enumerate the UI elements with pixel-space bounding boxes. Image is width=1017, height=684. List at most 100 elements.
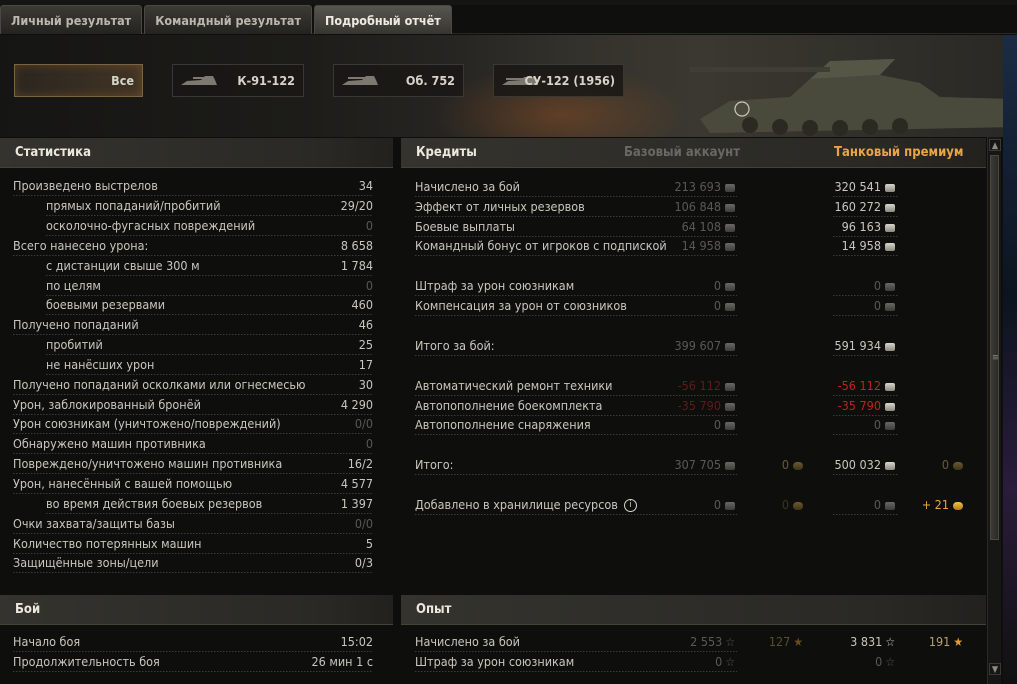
stat-value: 30	[358, 377, 373, 392]
credit-icon	[885, 501, 895, 510]
stats-row: Урон, заблокированный бронёй 4 290	[13, 395, 373, 415]
credit-base-text: 0	[713, 278, 721, 293]
scroll-up-arrow-icon[interactable]: ▲	[989, 139, 1001, 151]
credit-base-value: 64 108	[682, 217, 735, 237]
stats-row: Всего нанесено урона: 8 658	[13, 236, 373, 256]
credit-icon	[885, 203, 895, 212]
vehicle-filter-label: К-91-122	[237, 73, 295, 88]
scroll-down-arrow-icon[interactable]: ▼	[989, 663, 1001, 675]
credit-premium-value: 0	[874, 276, 895, 296]
free-xp-base-text: 127	[768, 634, 791, 649]
credits-row: Компенсация за урон от союзников 0 0	[415, 296, 975, 316]
tab-team-result[interactable]: Командный результат	[144, 5, 313, 34]
vehicle-filter-k91[interactable]: К-91-122	[172, 64, 304, 97]
credit-premium-text: 0	[873, 497, 881, 512]
stat-label: Обнаружено машин противника	[13, 436, 206, 451]
credit-base-text: 0	[713, 417, 721, 432]
credits-row: Добавлено в хранилище ресурсов i 0 0 0 + 21	[415, 495, 975, 515]
stat-label: Получено попаданий	[13, 317, 139, 332]
credit-label: Автопополнение боекомплекта	[415, 398, 603, 413]
gold-icon	[793, 461, 803, 470]
row-divider	[833, 255, 899, 256]
stats-row: Количество потерянных машин 5	[13, 534, 373, 554]
credit-icon	[725, 501, 735, 510]
credit-base-text: 213 693	[674, 179, 722, 194]
stat-label: Количество потерянных машин	[13, 536, 202, 551]
xp-star-icon: ☆	[725, 635, 735, 649]
credit-base-text: 14 958	[681, 238, 721, 253]
credits-col-base: Базовый аккаунт	[624, 145, 741, 160]
scrollbar[interactable]: ▲ ≡ ▼	[987, 137, 1001, 684]
credit-icon	[725, 302, 735, 311]
credit-premium-text: 0	[873, 417, 881, 432]
tab-detailed-report[interactable]: Подробный отчёт	[314, 5, 452, 34]
gold-premium-value: 0	[942, 455, 963, 475]
tab-personal-result[interactable]: Личный результат	[0, 5, 143, 34]
credit-premium-text: 591 934	[834, 338, 882, 353]
battle-row: Начало боя 15:02	[13, 632, 373, 652]
stat-value: 1 397	[340, 496, 373, 511]
stat-value: 34	[358, 178, 373, 193]
xp-premium-text: 3 831	[850, 634, 883, 649]
scroll-thumb[interactable]: ≡	[990, 155, 999, 540]
credit-premium-text: 500 032	[834, 457, 882, 472]
credit-base-value: 0	[714, 495, 735, 515]
info-icon[interactable]: i	[623, 499, 637, 512]
row-divider	[833, 514, 899, 515]
credit-premium-text: 14 958	[841, 238, 881, 253]
row-divider	[833, 434, 899, 435]
stat-value: 5	[365, 536, 373, 551]
row-divider	[415, 474, 737, 475]
vehicle-filter-su122[interactable]: СУ-122 (1956)	[493, 64, 624, 97]
stat-label: во время действия боевых резервов	[46, 496, 263, 511]
credits-row: Штраф за урон союзникам 0 0	[415, 276, 975, 296]
stat-label: пробитий	[46, 337, 103, 352]
credit-premium-value: 500 032	[834, 455, 895, 475]
credit-label: Эффект от личных резервов	[415, 199, 585, 214]
credit-premium-value: -56 112	[838, 376, 895, 396]
credit-icon	[885, 223, 895, 232]
free-xp-star-icon: ★	[953, 635, 963, 649]
credits-row: Начислено за бой 213 693 320 541	[415, 177, 975, 197]
stats-row: Очки захвата/защиты базы 0/0	[13, 514, 373, 534]
xp-star-icon: ☆	[725, 655, 735, 669]
stat-label: Всего нанесено урона:	[13, 238, 149, 253]
credits-row: Эффект от личных резервов 106 848 160 272	[415, 197, 975, 217]
credit-base-text: 0	[713, 298, 721, 313]
credits-row: Автопополнение снаряжения 0 0	[415, 415, 975, 435]
gold-base-text: 0	[781, 457, 789, 472]
stat-value: 25	[358, 337, 373, 352]
credit-icon	[725, 203, 735, 212]
free-xp-premium-value: 191 ★	[929, 632, 963, 652]
vehicle-filter-all[interactable]: Все	[14, 64, 143, 97]
credits-row: Автопополнение боекомплекта -35 790 -35 79…	[415, 396, 975, 416]
xp-star-icon: ☆	[885, 635, 895, 649]
free-xp-premium-text: 191	[928, 634, 951, 649]
stats-row: не нанёсших урон 17	[13, 355, 373, 375]
stats-row: по целям 0	[13, 276, 373, 296]
stat-label: Защищённые зоны/цели	[13, 555, 159, 570]
vehicle-filter-ob752[interactable]: Об. 752	[333, 64, 464, 97]
stats-row: Обнаружено машин противника 0	[13, 434, 373, 454]
stat-value: 0/3	[354, 555, 373, 570]
credit-icon	[885, 282, 895, 291]
stat-value: 0	[365, 218, 373, 233]
credits-row: Автоматический ремонт техники -56 112 -56 …	[415, 376, 975, 396]
gold-base-value: 0	[782, 495, 803, 515]
credit-label: Автоматический ремонт техники	[415, 378, 613, 393]
credit-premium-text: 96 163	[841, 219, 881, 234]
row-divider	[415, 514, 737, 515]
credit-label: Боевые выплаты	[415, 219, 515, 234]
xp-row: Начислено за бой 2 553 ☆ 3 831 ☆ 127 ★ 191 ★	[415, 632, 975, 652]
credit-icon	[725, 382, 735, 391]
vehicle-filter-label: СУ-122 (1956)	[524, 73, 615, 88]
stats-row: Защищённые зоны/цели 0/3	[13, 553, 373, 573]
gold-premium-text: 0	[941, 457, 949, 472]
stat-label: по целям	[46, 278, 101, 293]
vehicle-filter-label: Все	[111, 73, 134, 88]
row-divider	[13, 671, 373, 672]
credit-premium-text: 0	[873, 278, 881, 293]
credits-col-premium: Танковый премиум	[834, 145, 964, 160]
credit-premium-value: 0	[874, 495, 895, 515]
credit-icon	[885, 342, 895, 351]
